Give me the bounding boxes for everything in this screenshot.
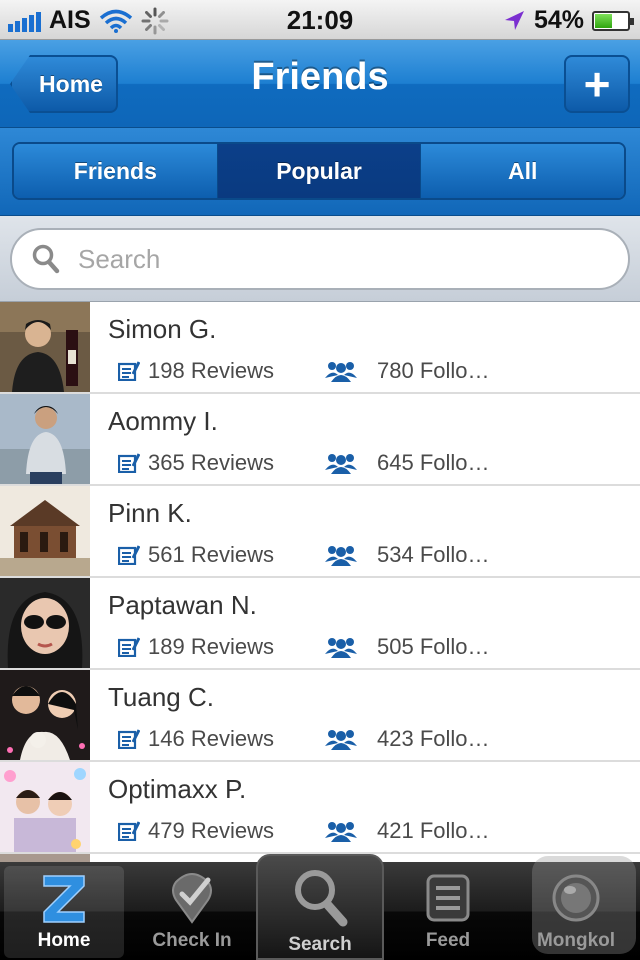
list-item[interactable]: Paptawan N. 189 Reviews 505 Follo… (0, 578, 640, 670)
list-item[interactable]: Tuang C. 146 Reviews 423 Follo… (0, 670, 640, 762)
review-icon (118, 453, 140, 473)
tab-home-label: Home (37, 930, 91, 951)
review-count-text: 198 Reviews (148, 358, 274, 383)
follower-count-text: 505 Follo… (377, 634, 490, 659)
tab-check-in-label: Check In (152, 930, 232, 951)
list-item[interactable]: Aommy I. 365 Reviews 645 Follo… (0, 394, 640, 486)
follower-count: 421 Follo… (325, 818, 490, 844)
followers-icon (325, 362, 357, 382)
segment-bar: Friends Popular All (0, 128, 640, 216)
review-icon (118, 361, 140, 381)
person-name: Optimaxx P. (108, 774, 247, 804)
review-count: 189 Reviews (118, 634, 274, 660)
tab-feed[interactable]: Feed (388, 866, 508, 958)
tab-bar: Home Check In Search Feed Mongkol (0, 854, 640, 960)
review-count-text: 479 Reviews (148, 818, 274, 843)
page-title: Friends (251, 56, 389, 98)
review-count: 146 Reviews (118, 726, 274, 752)
follower-count-text: 423 Follo… (377, 726, 490, 751)
checkin-icon (172, 872, 212, 924)
review-icon (118, 729, 140, 749)
tab-mongkol-label: Mongkol (536, 930, 616, 951)
person-name: Simon G. (108, 314, 217, 344)
follower-count: 423 Follo… (325, 726, 490, 752)
battery-percent: 54% (533, 6, 584, 34)
people-list: Simon G. 198 Reviews 780 Follo… Aommy I.… (0, 302, 640, 862)
search-input[interactable]: Search (10, 228, 630, 290)
followers-icon (325, 730, 357, 750)
tab-home[interactable]: Home (4, 866, 124, 958)
followers-icon (325, 454, 357, 474)
tab-search[interactable]: Search (256, 854, 384, 960)
battery-level-fill (595, 13, 613, 28)
segment-popular[interactable]: Popular (217, 144, 422, 198)
battery-icon (592, 10, 634, 31)
review-count: 198 Reviews (118, 358, 274, 384)
status-bar: AIS 21:09 54% (0, 0, 640, 40)
follower-count: 780 Follo… (325, 358, 490, 384)
tab-mongkol[interactable]: Mongkol (516, 866, 636, 958)
search-icon (32, 244, 60, 274)
avatar (0, 394, 90, 484)
home-back-button[interactable]: Home (10, 55, 118, 113)
review-icon (118, 637, 140, 657)
avatar (0, 854, 90, 862)
review-count: 561 Reviews (118, 542, 274, 568)
follower-count: 534 Follo… (325, 542, 490, 568)
follower-count-text: 645 Follo… (377, 450, 490, 475)
followers-icon (325, 638, 357, 658)
follower-count-text: 780 Follo… (377, 358, 490, 383)
location-arrow-icon (504, 10, 524, 30)
segmented-control: Friends Popular All (12, 142, 626, 200)
follower-count: 505 Follo… (325, 634, 490, 660)
review-count-text: 146 Reviews (148, 726, 274, 751)
review-count-text: 365 Reviews (148, 450, 274, 475)
person-name: Pinn K. (108, 498, 192, 528)
navigation-bar: Home Friends + (0, 40, 640, 128)
avatar (0, 302, 90, 392)
segment-friends[interactable]: Friends (14, 144, 218, 198)
avatar (0, 486, 90, 576)
avatar (0, 578, 90, 668)
magnifier-icon (295, 870, 348, 927)
person-name: Aommy I. (108, 406, 218, 436)
list-item[interactable]: Optimaxx P. 479 Reviews 421 Follo… (0, 762, 640, 854)
tab-check-in[interactable]: Check In (132, 866, 252, 958)
avatar (0, 670, 90, 760)
list-item[interactable]: Pinn K. 561 Reviews 534 Follo… (0, 486, 640, 578)
zocial-z-icon (43, 875, 85, 923)
person-name: Tuang C. (108, 682, 214, 712)
follower-count: 645 Follo… (325, 450, 490, 476)
review-icon (118, 545, 140, 565)
segment-all[interactable]: All (421, 144, 624, 198)
search-bar: Search (0, 216, 640, 302)
list-item[interactable]: Simon G. 198 Reviews 780 Follo… (0, 302, 640, 394)
review-count-text: 561 Reviews (148, 542, 274, 567)
followers-icon (325, 546, 357, 566)
tab-feed-label: Feed (425, 930, 471, 951)
review-count-text: 189 Reviews (148, 634, 274, 659)
review-count: 365 Reviews (118, 450, 274, 476)
person-name: Paptawan N. (108, 590, 257, 620)
feed-icon (426, 874, 470, 922)
mongkol-icon (552, 874, 600, 922)
review-icon (118, 821, 140, 841)
followers-icon (325, 822, 357, 842)
add-friend-button[interactable]: + (564, 55, 630, 113)
tab-search-label: Search (288, 934, 352, 955)
review-count: 479 Reviews (118, 818, 274, 844)
follower-count-text: 534 Follo… (377, 542, 490, 567)
avatar (0, 762, 90, 852)
follower-count-text: 421 Follo… (377, 818, 490, 843)
search-placeholder: Search (78, 243, 161, 274)
